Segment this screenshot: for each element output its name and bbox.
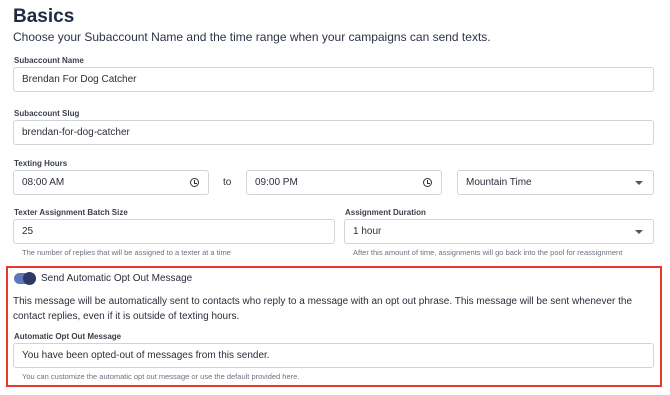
texting-hours-start-input[interactable]: 08:00 AM — [13, 170, 209, 195]
texting-hours-end-value: 09:00 PM — [255, 177, 298, 188]
subaccount-slug-input[interactable]: brendan-for-dog-catcher — [13, 120, 654, 145]
opt-out-message-value: You have been opted-out of messages from… — [22, 350, 270, 361]
opt-out-message-help: You can customize the automatic opt out … — [22, 372, 300, 381]
texting-hours-end-input[interactable]: 09:00 PM — [246, 170, 442, 195]
texting-hours-start-value: 08:00 AM — [22, 177, 65, 188]
clock-icon[interactable] — [423, 178, 432, 187]
subaccount-name-label: Subaccount Name — [14, 56, 84, 65]
opt-out-description: This message will be automatically sent … — [13, 296, 633, 322]
opt-out-toggle[interactable] — [14, 272, 36, 285]
timezone-value: Mountain Time — [466, 177, 532, 188]
chevron-down-icon — [635, 181, 643, 185]
chevron-down-icon — [635, 230, 643, 234]
section-title: Basics — [13, 6, 75, 27]
opt-out-message-input[interactable]: You have been opted-out of messages from… — [13, 343, 654, 368]
subaccount-name-value: Brendan For Dog Catcher — [22, 74, 137, 85]
opt-out-highlight — [6, 266, 662, 387]
batch-size-input[interactable]: 25 — [13, 219, 335, 244]
timezone-select[interactable]: Mountain Time — [457, 170, 654, 195]
section-subtitle: Choose your Subaccount Name and the time… — [13, 30, 491, 44]
batch-size-value: 25 — [22, 226, 34, 237]
assignment-duration-help: After this amount of time, assignments w… — [353, 248, 623, 257]
texting-hours-label: Texting Hours — [14, 159, 68, 168]
subaccount-slug-value: brendan-for-dog-catcher — [22, 127, 130, 138]
clock-icon[interactable] — [190, 178, 199, 187]
subaccount-slug-label: Subaccount Slug — [14, 109, 80, 118]
assignment-duration-label: Assignment Duration — [345, 208, 426, 217]
subaccount-name-input[interactable]: Brendan For Dog Catcher — [13, 67, 654, 92]
texting-hours-separator: to — [223, 177, 232, 188]
batch-size-help: The number of replies that will be assig… — [22, 248, 231, 257]
assignment-duration-value: 1 hour — [353, 226, 382, 237]
toggle-knob — [23, 272, 36, 285]
assignment-duration-select[interactable]: 1 hour — [344, 219, 654, 244]
opt-out-toggle-label: Send Automatic Opt Out Message — [41, 273, 193, 284]
batch-size-label: Texter Assignment Batch Size — [14, 208, 128, 217]
opt-out-message-label: Automatic Opt Out Message — [14, 332, 122, 341]
